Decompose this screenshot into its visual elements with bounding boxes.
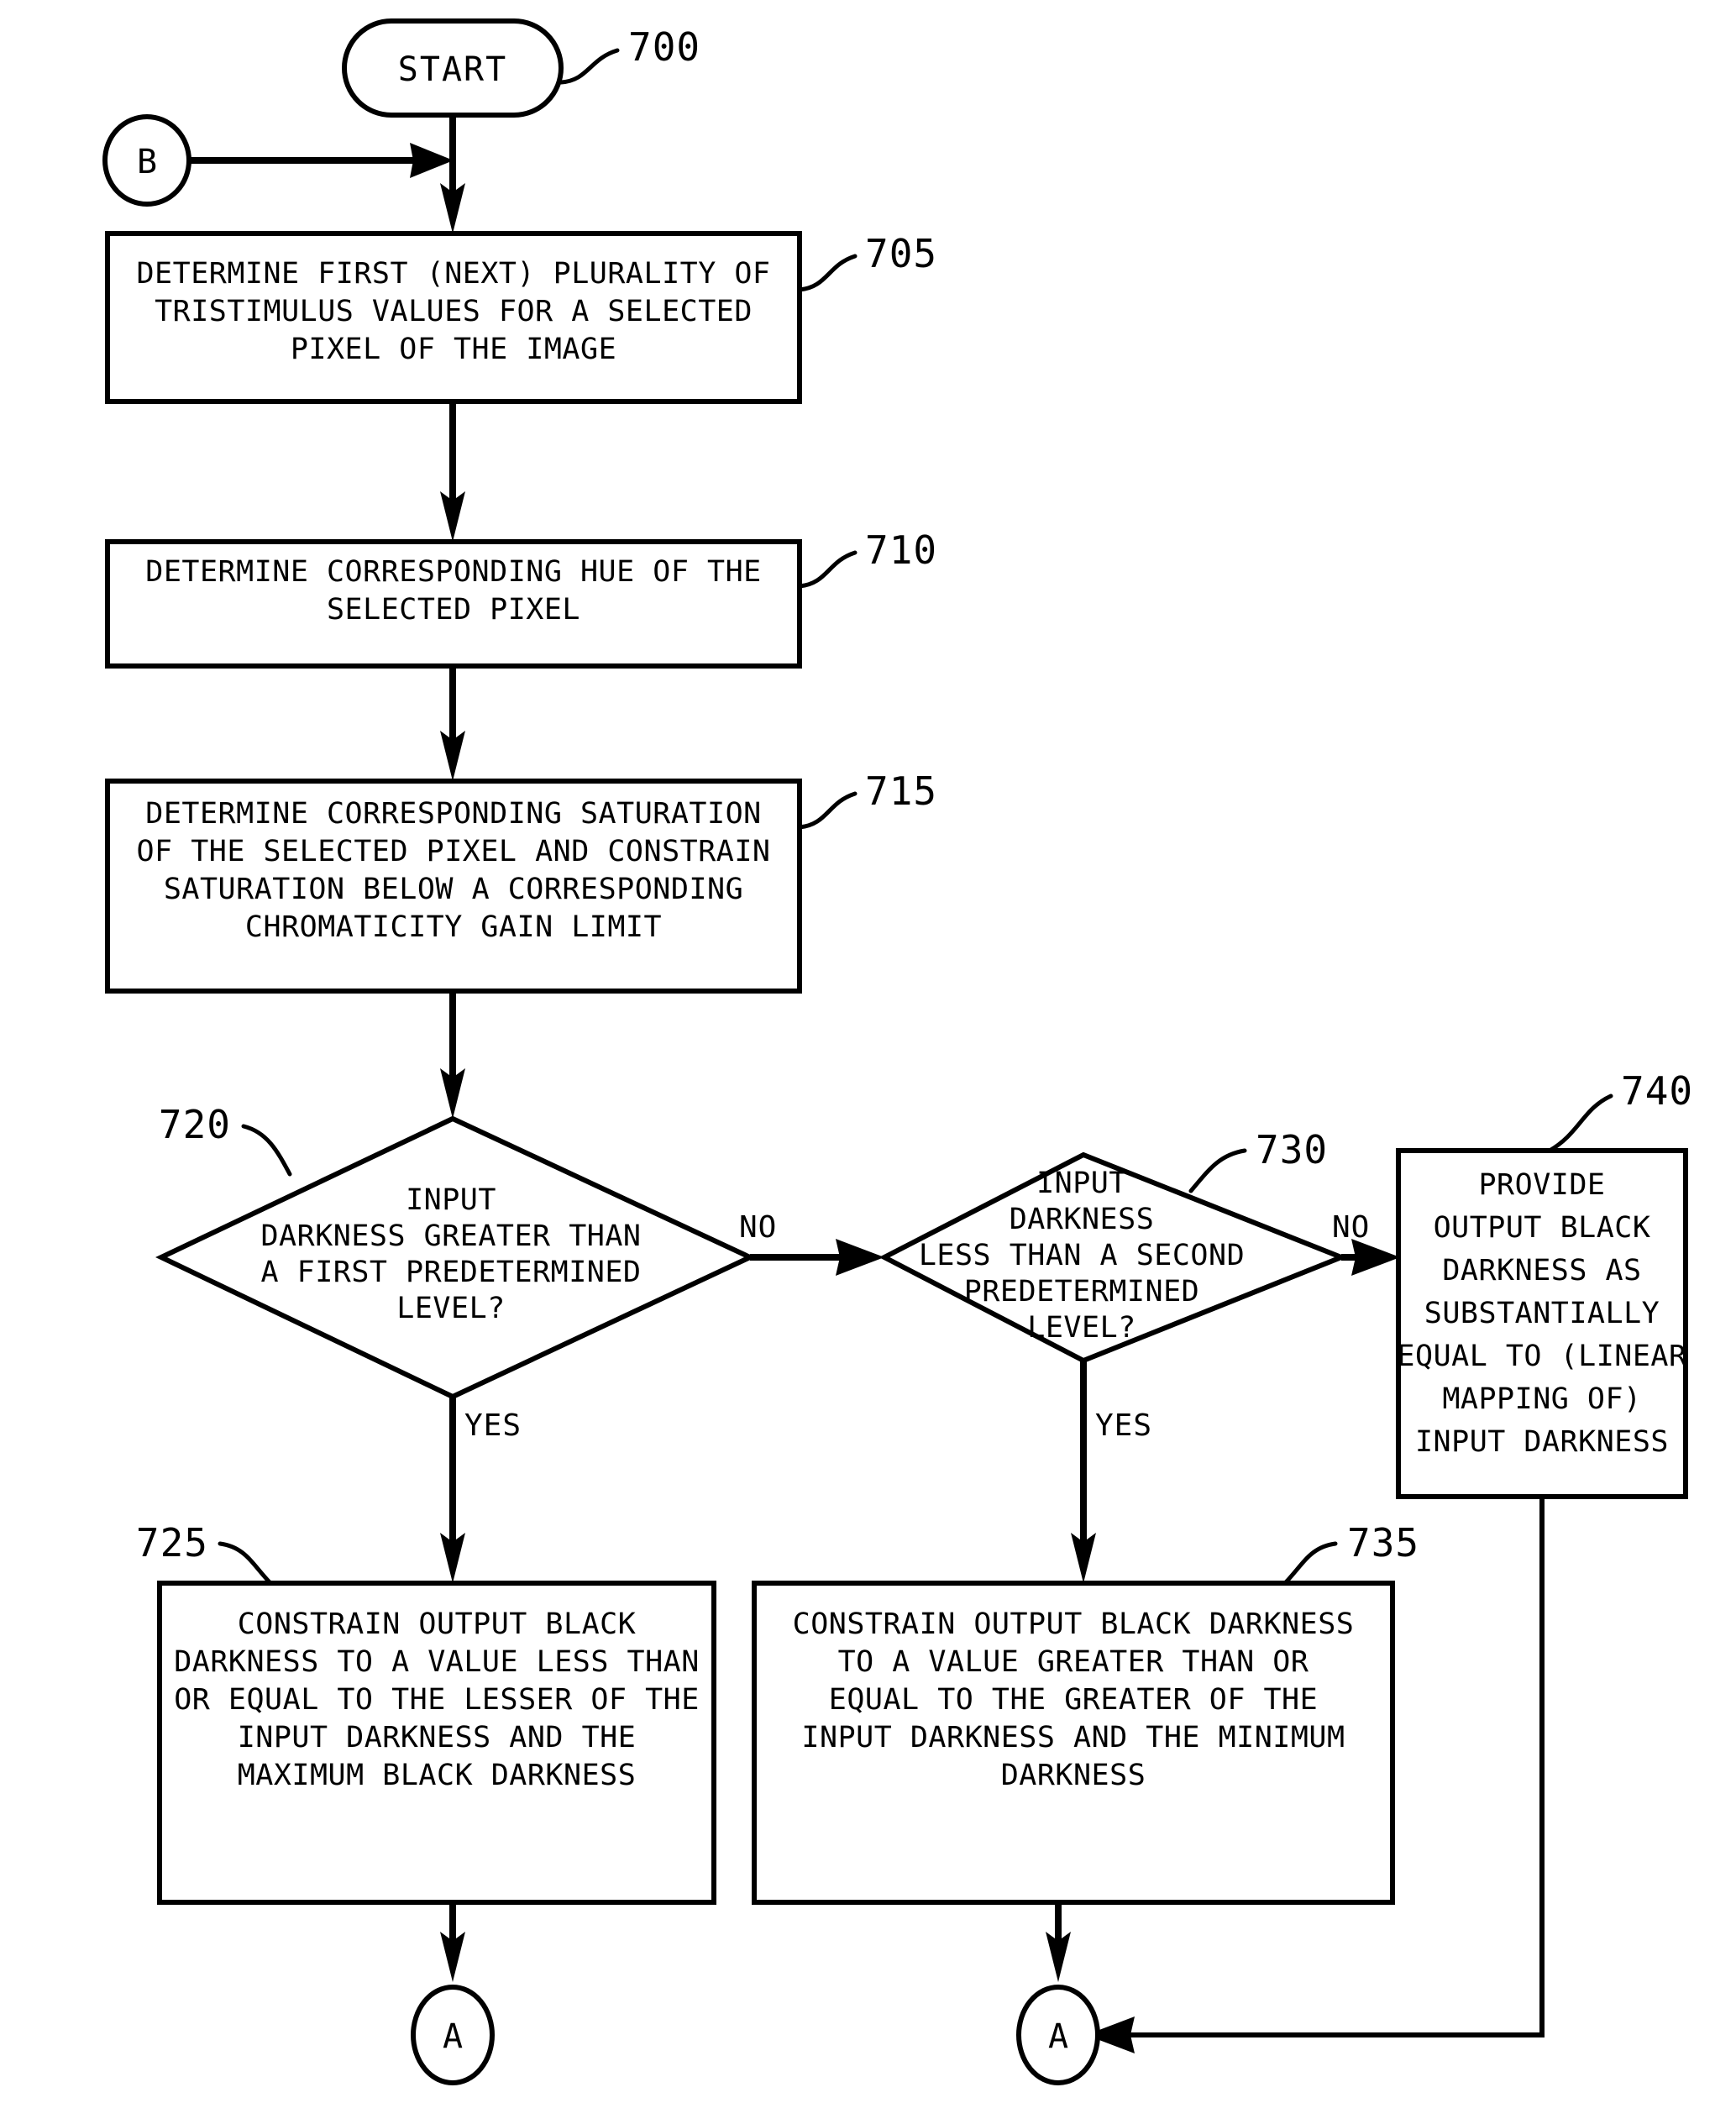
branch-label-730-no: NO xyxy=(1332,1210,1370,1245)
arrowhead-730-no-to-740 xyxy=(1351,1239,1400,1276)
process-box-740-line-2: OUTPUT BLACK xyxy=(1434,1211,1651,1245)
process-box-710-line-1: DETERMINE CORRESPONDING HUE OF THE xyxy=(145,555,761,589)
process-box-740-line-3: DARKNESS AS xyxy=(1442,1254,1641,1287)
process-box-740-line-6: MAPPING OF) xyxy=(1442,1382,1641,1416)
ref-number-740: 740 xyxy=(1621,1068,1693,1114)
process-box-740: PROVIDE OUTPUT BLACK DARKNESS AS SUBSTAN… xyxy=(1396,1148,1688,1499)
process-box-710: DETERMINE CORRESPONDING HUE OF THE SELEC… xyxy=(105,539,802,669)
flowchart-page: START 700 B DETERMINE FIRST (NEXT) PLURA… xyxy=(0,0,1736,2103)
process-box-715-line-3: SATURATION BELOW A CORRESPONDING xyxy=(164,873,743,906)
connector-a-right-label: A xyxy=(1048,2017,1068,2056)
ref-leader-720 xyxy=(241,1124,292,1177)
ref-leader-730 xyxy=(1188,1148,1247,1193)
ref-leader-705 xyxy=(797,254,858,292)
process-box-735-line-4: INPUT DARKNESS AND THE MINIMUM xyxy=(801,1721,1345,1754)
flowchart-canvas: START 700 B DETERMINE FIRST (NEXT) PLURA… xyxy=(102,18,1693,2085)
process-box-725-line-4: INPUT DARKNESS AND THE xyxy=(238,1721,637,1754)
ref-leader-740 xyxy=(1547,1093,1613,1153)
process-box-715: DETERMINE CORRESPONDING SATURATION OF TH… xyxy=(105,779,802,994)
process-box-725-line-2: DARKNESS TO A VALUE LESS THAN xyxy=(174,1645,700,1679)
process-box-735-line-2: TO A VALUE GREATER THAN OR xyxy=(838,1645,1309,1679)
ref-number-715: 715 xyxy=(865,768,937,814)
process-box-735-line-1: CONSTRAIN OUTPUT BLACK DARKNESS xyxy=(793,1607,1355,1641)
ref-number-730: 730 xyxy=(1256,1127,1328,1172)
decision-730-line-1: INPUT xyxy=(1036,1167,1127,1200)
process-box-735: CONSTRAIN OUTPUT BLACK DARKNESS TO A VAL… xyxy=(752,1581,1395,1905)
decision-730-line-4: PREDETERMINED xyxy=(964,1275,1199,1308)
arrowhead-720-no-to-730 xyxy=(836,1239,884,1276)
process-box-725-line-3: OR EQUAL TO THE LESSER OF THE xyxy=(174,1683,700,1717)
start-terminator: START xyxy=(342,18,564,118)
process-box-740-line-5: EQUAL TO (LINEAR xyxy=(1397,1340,1687,1373)
ref-number-710: 710 xyxy=(865,527,937,573)
connector-a-left-label: A xyxy=(443,2017,463,2056)
decision-720-line-3: A FIRST PREDETERMINED xyxy=(260,1256,641,1289)
ref-leader-735 xyxy=(1282,1541,1338,1586)
process-box-715-line-2: OF THE SELECTED PIXEL AND CONSTRAIN xyxy=(136,835,770,868)
connector-a-left: A xyxy=(411,1985,495,2085)
decision-730-line-2: DARKNESS xyxy=(1010,1203,1155,1236)
ref-number-735: 735 xyxy=(1347,1520,1419,1565)
decision-720-line-2: DARKNESS GREATER THAN xyxy=(260,1219,641,1253)
ref-leader-700 xyxy=(559,48,620,85)
process-box-710-line-2: SELECTED PIXEL xyxy=(327,593,580,627)
process-box-705-line-2: TRISTIMULUS VALUES FOR A SELECTED xyxy=(155,295,753,328)
arrowhead-b-to-trunk xyxy=(410,143,454,178)
process-box-725: CONSTRAIN OUTPUT BLACK DARKNESS TO A VAL… xyxy=(157,1581,716,1905)
ref-leader-725 xyxy=(218,1541,273,1586)
connector-b-label: B xyxy=(137,143,157,181)
process-box-725-line-1: CONSTRAIN OUTPUT BLACK xyxy=(238,1607,637,1641)
decision-diamond-730: INPUT DARKNESS LESS THAN A SECOND PREDET… xyxy=(878,1151,1349,1364)
branch-label-720-yes: YES xyxy=(464,1408,522,1443)
process-box-740-line-1: PROVIDE xyxy=(1478,1168,1605,1202)
ref-number-725: 725 xyxy=(136,1520,208,1565)
process-box-715-line-4: CHROMATICITY GAIN LIMIT xyxy=(245,910,662,944)
ref-leader-715 xyxy=(797,791,858,830)
process-box-725-line-5: MAXIMUM BLACK DARKNESS xyxy=(238,1759,637,1792)
process-box-740-line-4: SUBSTANTIALLY xyxy=(1424,1297,1660,1330)
ref-leader-710 xyxy=(797,550,858,589)
process-box-705-line-3: PIXEL OF THE IMAGE xyxy=(291,333,616,366)
process-box-705: DETERMINE FIRST (NEXT) PLURALITY OF TRIS… xyxy=(105,231,802,404)
decision-730-line-3: LESS THAN A SECOND xyxy=(919,1239,1245,1272)
connector-a-right: A xyxy=(1016,1985,1100,2085)
process-box-735-line-5: DARKNESS xyxy=(1001,1759,1146,1792)
connector-b: B xyxy=(102,114,191,207)
ref-number-720: 720 xyxy=(159,1102,231,1147)
process-box-740-line-7: INPUT DARKNESS xyxy=(1415,1425,1669,1459)
branch-label-730-yes: YES xyxy=(1095,1408,1152,1443)
ref-number-705: 705 xyxy=(865,231,937,276)
start-label: START xyxy=(398,50,507,89)
decision-diamond-720: INPUT DARKNESS GREATER THAN A FIRST PRED… xyxy=(155,1115,757,1400)
ref-number-700: 700 xyxy=(628,24,700,70)
decision-720-line-4: LEVEL? xyxy=(396,1292,505,1325)
decision-720-line-1: INPUT xyxy=(406,1183,496,1217)
branch-label-720-no: NO xyxy=(739,1210,777,1245)
process-box-715-line-1: DETERMINE CORRESPONDING SATURATION xyxy=(145,797,761,831)
decision-730-line-5: LEVEL? xyxy=(1027,1311,1135,1345)
process-box-705-line-1: DETERMINE FIRST (NEXT) PLURALITY OF xyxy=(136,257,770,291)
process-box-735-line-3: EQUAL TO THE GREATER OF THE xyxy=(829,1683,1318,1717)
